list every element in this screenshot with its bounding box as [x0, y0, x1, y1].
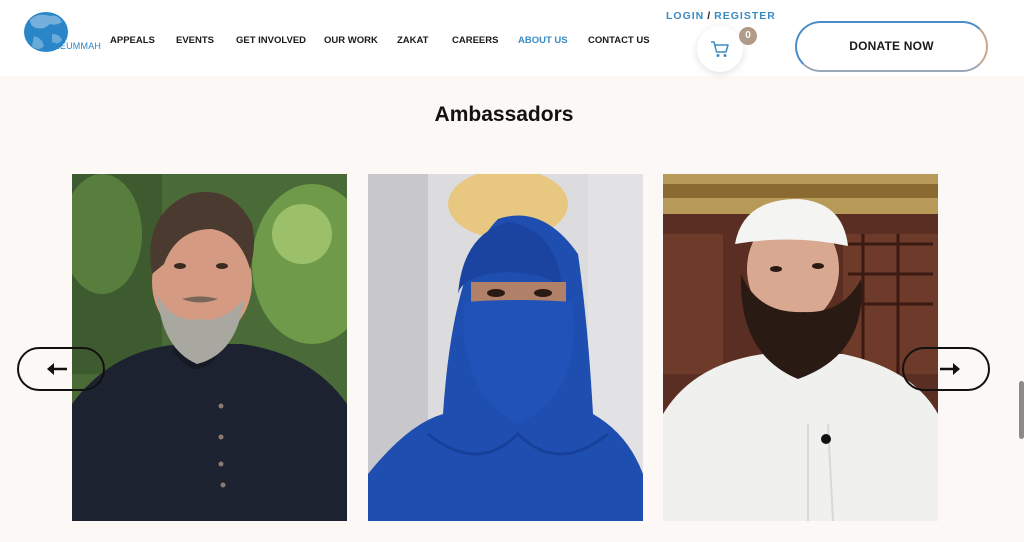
site-logo[interactable]: ONEUMMAH [16, 8, 101, 58]
auth-links: LOGIN / REGISTER [666, 10, 776, 22]
arrow-right-icon [940, 363, 960, 375]
carousel-next-button[interactable] [902, 347, 990, 391]
ambassador-photo-3 [663, 174, 938, 521]
login-link[interactable]: LOGIN [666, 10, 704, 22]
shopping-cart-icon [711, 41, 729, 57]
ambassador-photo-1 [72, 174, 347, 521]
cart-count-badge: 0 [739, 27, 757, 45]
nav-contact-us[interactable]: CONTACT US [588, 35, 650, 46]
ambassador-card-1[interactable] [72, 174, 347, 521]
register-link[interactable]: REGISTER [714, 10, 776, 22]
carousel-prev-button[interactable] [17, 347, 105, 391]
nav-events[interactable]: EVENTS [176, 35, 214, 46]
ambassador-photo-2 [368, 174, 643, 521]
auth-separator: / [707, 10, 712, 22]
nav-appeals[interactable]: APPEALS [110, 35, 155, 46]
cart-button[interactable] [697, 26, 743, 72]
arrow-left-icon [47, 363, 67, 375]
logo-text: ONEUMMAH [46, 41, 102, 51]
site-header: ONEUMMAH APPEALS EVENTS GET INVOLVED OUR… [0, 0, 1024, 76]
ambassador-card-3[interactable] [663, 174, 938, 521]
nav-careers[interactable]: CAREERS [452, 35, 498, 46]
nav-our-work[interactable]: OUR WORK [324, 35, 378, 46]
donate-now-button[interactable]: DONATE NOW [795, 21, 988, 72]
nav-zakat[interactable]: ZAKAT [397, 35, 428, 46]
nav-get-involved[interactable]: GET INVOLVED [236, 35, 306, 46]
nav-about-us[interactable]: ABOUT US [518, 35, 568, 46]
section-title: Ambassadors [434, 103, 574, 126]
page-scrollbar[interactable] [1019, 381, 1024, 439]
ambassador-card-2[interactable] [368, 174, 643, 521]
